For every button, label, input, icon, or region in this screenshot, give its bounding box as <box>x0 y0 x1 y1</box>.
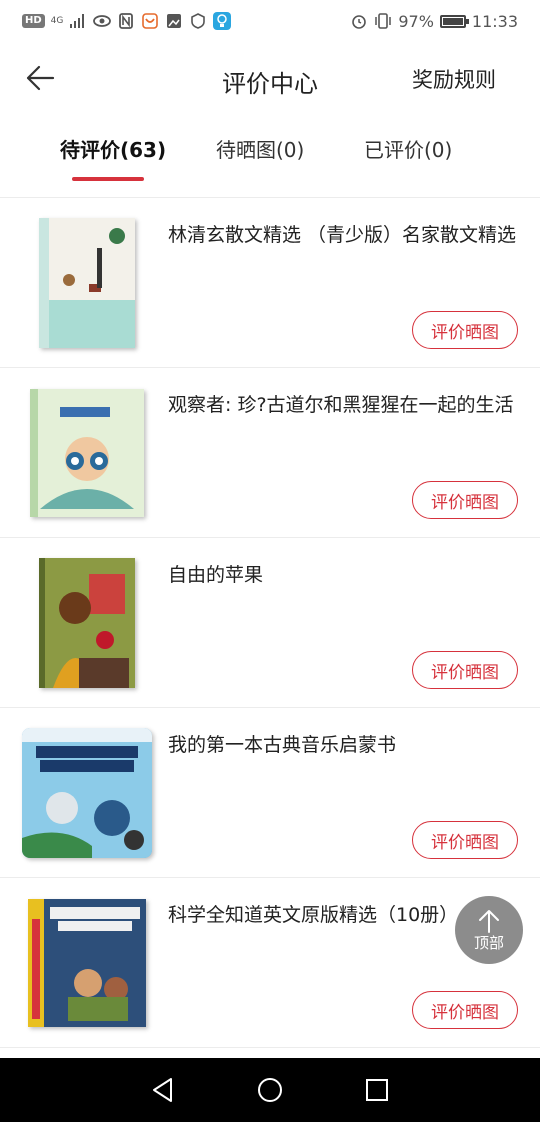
product-thumbnail[interactable] <box>22 216 152 350</box>
network-label: 4G <box>50 15 64 26</box>
battery-fill <box>442 17 463 25</box>
list-item[interactable]: 科学全知道英文原版精选（10册） 评价晒图 <box>0 878 540 1048</box>
alarm-icon <box>350 12 368 30</box>
nav-back-button[interactable] <box>143 1070 183 1110</box>
product-thumbnail[interactable] <box>22 896 152 1030</box>
book-cover <box>39 558 135 688</box>
product-thumbnail[interactable] <box>22 726 152 860</box>
cover-art <box>39 218 135 348</box>
product-title: 自由的苹果 <box>168 564 264 586</box>
bulb-icon <box>213 12 232 30</box>
reward-rules-button[interactable]: 奖励规则 <box>412 64 496 94</box>
status-bar: HD 4G 97% 11:33 <box>0 0 540 42</box>
list-item[interactable]: 我的第一本古典音乐启蒙书 评价晒图 <box>0 708 540 878</box>
list-item[interactable]: 观察者: 珍?古道尔和黑猩猩在一起的生活 评价晒图 <box>0 368 540 538</box>
product-title: 林清玄散文精选 （青少版）名家散文精选 <box>168 224 517 246</box>
eye-icon <box>93 12 112 30</box>
book-cover <box>22 728 152 858</box>
product-thumbnail[interactable] <box>22 556 152 690</box>
review-photo-button[interactable]: 评价晒图 <box>412 821 518 859</box>
product-title: 我的第一本古典音乐启蒙书 <box>168 734 397 756</box>
book-cover <box>30 389 144 517</box>
tab-pending-review[interactable]: 待评价(63) <box>60 134 166 163</box>
app-icon <box>141 12 159 30</box>
nav-recent-button[interactable] <box>357 1070 397 1110</box>
signal-icon <box>69 12 87 30</box>
vibrate-icon <box>374 12 392 30</box>
review-photo-button[interactable]: 评价晒图 <box>412 651 518 689</box>
battery-icon <box>439 14 469 28</box>
header: 评价中心 奖励规则 <box>0 42 540 118</box>
tab-pending-photo[interactable]: 待晒图(0) <box>216 134 304 163</box>
clock: 11:33 <box>471 11 518 31</box>
product-title: 观察者: 珍?古道尔和黑猩猩在一起的生活 <box>168 394 514 416</box>
active-tab-indicator <box>72 177 144 181</box>
nav-home-button[interactable] <box>250 1070 290 1110</box>
review-photo-button[interactable]: 评价晒图 <box>412 311 518 349</box>
arrow-up-icon <box>479 909 499 933</box>
battery-percent: 97% <box>398 11 434 31</box>
nfc-icon <box>117 12 135 30</box>
shield-icon <box>189 12 207 30</box>
recent-square-icon <box>365 1079 388 1101</box>
tab-bar: 待评价(63) 待晒图(0) 已评价(0) <box>0 118 540 198</box>
status-left: HD 4G <box>22 12 232 30</box>
home-circle-icon <box>257 1078 282 1102</box>
system-nav-bar <box>0 1058 540 1122</box>
back-to-top-button[interactable]: 顶部 <box>455 896 523 964</box>
tab-reviewed[interactable]: 已评价(0) <box>364 134 452 163</box>
status-right: 97% 11:33 <box>350 12 518 31</box>
cover-art <box>39 558 135 688</box>
hd-badge: HD <box>22 14 45 28</box>
back-triangle-icon <box>153 1078 173 1102</box>
cover-art <box>30 389 144 517</box>
back-to-top-label: 顶部 <box>473 933 504 952</box>
list-item[interactable]: 自由的苹果 评价晒图 <box>0 538 540 708</box>
book-cover <box>28 899 146 1027</box>
cover-art <box>28 899 146 1027</box>
image-icon <box>165 12 183 30</box>
book-cover <box>39 218 135 348</box>
cover-art <box>22 728 152 858</box>
list-item[interactable]: 林清玄散文精选 （青少版）名家散文精选 评价晒图 <box>0 198 540 368</box>
product-thumbnail[interactable] <box>22 386 152 520</box>
review-photo-button[interactable]: 评价晒图 <box>412 991 518 1029</box>
review-photo-button[interactable]: 评价晒图 <box>412 481 518 519</box>
